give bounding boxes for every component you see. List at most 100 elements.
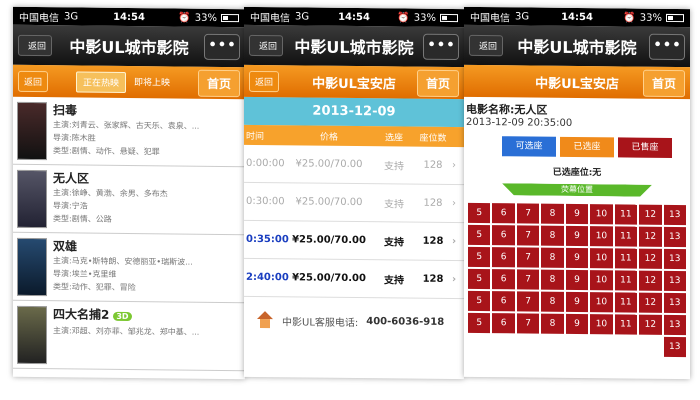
- hotline-number[interactable]: 400-6036-918: [366, 316, 444, 328]
- table-row[interactable]: 2:40:00 ¥25.00/70.00 支持 128 ›: [244, 258, 464, 300]
- seat[interactable]: 10: [590, 226, 613, 247]
- seat[interactable]: 13: [663, 292, 686, 314]
- seat[interactable]: 12: [639, 248, 662, 269]
- seat[interactable]: 5: [468, 312, 491, 334]
- seat[interactable]: 12: [639, 204, 662, 225]
- seat[interactable]: 10: [590, 248, 613, 269]
- chevron-right-icon: ›: [452, 236, 457, 248]
- seat[interactable]: 12: [639, 314, 662, 335]
- seat[interactable]: 7: [516, 203, 540, 224]
- seat[interactable]: 6: [492, 291, 515, 312]
- hotline-footer: 中影UL客服电话: 400-6036-918: [244, 297, 464, 345]
- movie-genre: 类型:动作、犯罪、冒险: [53, 282, 136, 293]
- seat[interactable]: 5: [468, 290, 491, 312]
- seat[interactable]: 11: [614, 270, 638, 291]
- show-price: ¥25.00/70.00: [292, 234, 366, 247]
- seat[interactable]: 8: [541, 225, 564, 246]
- battery-icon: [221, 13, 239, 23]
- seat[interactable]: 8: [541, 203, 564, 224]
- seat[interactable]: 12: [639, 270, 662, 291]
- home-button[interactable]: 首页: [416, 69, 459, 97]
- seat[interactable]: 13: [663, 270, 686, 292]
- seat[interactable]: 11: [614, 292, 638, 313]
- seat[interactable]: 8: [541, 313, 564, 334]
- seat[interactable]: 10: [590, 270, 613, 291]
- tab-now-showing[interactable]: 正在热映: [76, 70, 127, 93]
- seat[interactable]: 11: [614, 314, 638, 335]
- seat[interactable]: 11: [614, 248, 638, 269]
- more-button[interactable]: •••: [649, 33, 685, 61]
- seat[interactable]: 5: [468, 224, 491, 246]
- seat[interactable]: 13: [663, 204, 686, 226]
- list-item[interactable]: 四大名捕2 3D 主演:邓超、刘亦菲、邹兆龙、郑中基、...: [13, 300, 245, 372]
- list-item[interactable]: 无人区 主演:徐峥、黄渤、余男、多布杰 导演:宁浩 类型:剧情、公路: [13, 164, 245, 236]
- table-row[interactable]: 0:35:00 ¥25.00/70.00 支持 128 ›: [244, 220, 464, 262]
- table-row[interactable]: 0:00:00 ¥25.00/70.00 支持 128 ›: [244, 144, 464, 186]
- sub-back-button[interactable]: 返回: [249, 70, 280, 92]
- seat[interactable]: 13: [663, 314, 686, 336]
- seat[interactable]: 9: [565, 269, 589, 291]
- carrier: 中国电信: [19, 12, 59, 24]
- legend-selected: 已选座: [560, 136, 614, 158]
- seat[interactable]: 11: [614, 226, 638, 247]
- network: 3G: [515, 10, 530, 22]
- seat[interactable]: 13: [663, 226, 686, 248]
- show-seat-count: 128: [423, 159, 443, 171]
- table-header: 时间 价格 选座 座位数: [244, 124, 464, 148]
- seat[interactable]: 11: [614, 204, 638, 225]
- seat[interactable]: 7: [516, 291, 540, 312]
- sub-back-button[interactable]: 返回: [18, 70, 49, 92]
- seat[interactable]: 5: [468, 202, 491, 224]
- seat[interactable]: 8: [541, 247, 564, 268]
- seat[interactable]: 8: [541, 269, 564, 290]
- app-title: 中影UL城市影院: [69, 37, 189, 58]
- seat[interactable]: 9: [565, 203, 589, 225]
- carrier: 中国电信: [470, 12, 510, 24]
- cinema-name: 中影UL宝安店: [312, 76, 396, 92]
- seat[interactable]: 6: [492, 247, 515, 268]
- seat[interactable]: 6: [492, 313, 515, 334]
- seat[interactable]: 12: [639, 226, 662, 247]
- seat[interactable]: 7: [516, 225, 540, 246]
- date-bar[interactable]: 2013-12-09: [244, 96, 464, 128]
- sub-nav-bar: 返回 正在热映 即将上映 首页: [13, 64, 245, 100]
- seat[interactable]: 6: [492, 269, 515, 290]
- table-row[interactable]: 0:30:00 ¥25.00/70.00 支持 128 ›: [244, 182, 464, 224]
- seat[interactable]: 9: [565, 291, 589, 313]
- seat[interactable]: 10: [590, 204, 613, 225]
- movie-name: 双雄: [53, 239, 78, 254]
- legend-sold: 已售座: [618, 137, 672, 158]
- seat[interactable]: 7: [516, 313, 540, 334]
- seat[interactable]: 7: [516, 247, 540, 268]
- seat[interactable]: 9: [565, 247, 589, 269]
- tab-coming-soon[interactable]: 即将上映: [128, 71, 176, 93]
- seat[interactable]: 9: [565, 225, 589, 247]
- seat[interactable]: 6: [492, 225, 515, 246]
- battery-icon: [666, 13, 684, 23]
- seat[interactable]: 5: [468, 246, 491, 268]
- back-button[interactable]: 返回: [469, 34, 504, 56]
- legend-available: 可选座: [502, 136, 556, 157]
- show-price: ¥25.00/70.00: [292, 272, 366, 285]
- alarm-icon: ⏰: [397, 11, 410, 24]
- more-button[interactable]: •••: [204, 33, 240, 61]
- more-button[interactable]: •••: [423, 33, 459, 61]
- seat[interactable]: 9: [565, 313, 589, 335]
- seat[interactable]: 13: [663, 336, 686, 358]
- seat[interactable]: 13: [663, 248, 686, 270]
- back-button[interactable]: 返回: [249, 34, 284, 56]
- seat[interactable]: 6: [492, 203, 515, 224]
- seat[interactable]: 7: [516, 269, 540, 290]
- seat[interactable]: 10: [590, 292, 613, 313]
- seat[interactable]: 8: [541, 291, 564, 312]
- show-time: 2:40:00: [246, 271, 289, 284]
- seat[interactable]: 5: [468, 268, 491, 290]
- home-button[interactable]: 首页: [197, 69, 240, 97]
- seat[interactable]: 12: [639, 292, 662, 313]
- home-button[interactable]: 首页: [642, 69, 685, 97]
- list-item[interactable]: 双雄 主演:马克•斯特朗、安德丽亚•瑞斯波... 导演:埃兰•克里维 类型:动作…: [13, 232, 245, 304]
- seat[interactable]: 10: [590, 314, 613, 335]
- list-item[interactable]: 扫毒 主演:刘青云、张家辉、古天乐、袁泉、... 导演:陈木胜 类型:剧情、动作…: [13, 96, 245, 168]
- sub-nav-bar: 中影UL宝安店 首页: [464, 64, 690, 100]
- back-button[interactable]: 返回: [18, 34, 53, 56]
